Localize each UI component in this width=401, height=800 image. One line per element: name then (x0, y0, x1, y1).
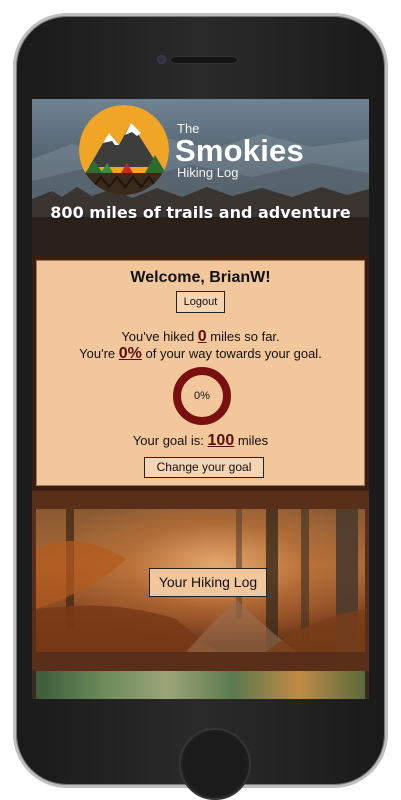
progress-ring: 0% (173, 367, 231, 425)
goal-prefix: Your goal is: (132, 433, 208, 448)
hiking-log-card: Your Hiking Log (32, 491, 369, 671)
next-card-photo (36, 671, 365, 699)
percent-line: You're 0% of your way towards your goal. (37, 345, 364, 363)
goal-line: Your goal is: 100 miles (37, 432, 364, 450)
trail-photo: Your Hiking Log (36, 509, 365, 652)
logo-badge-icon[interactable] (79, 105, 169, 195)
miles-hiked-line: You've hiked 0 miles so far. (37, 328, 364, 346)
progress-ring-label: 0% (194, 390, 210, 402)
percent-value: 0% (118, 345, 142, 362)
pct-suffix: of your way towards your goal. (141, 346, 322, 361)
home-button[interactable] (179, 728, 251, 800)
welcome-heading: Welcome, BrianW! (130, 269, 271, 286)
logo-subtitle: Hiking Log (177, 165, 239, 180)
goal-suffix: miles (234, 433, 269, 448)
hiked-prefix: You've hiked (121, 329, 198, 344)
camera-icon (157, 55, 166, 64)
welcome-panel: Welcome, BrianW! Logout You've hiked 0 m… (36, 260, 365, 486)
hiking-log-button[interactable]: Your Hiking Log (149, 568, 267, 597)
pct-prefix: You're (79, 346, 119, 361)
hiked-suffix: miles so far. (206, 329, 280, 344)
change-goal-button[interactable]: Change your goal (144, 457, 264, 478)
logout-button[interactable]: Logout (176, 291, 225, 313)
logo-title: Smokies (175, 133, 304, 168)
miles-hiked-value: 0 (197, 328, 207, 345)
speaker-grille (170, 56, 238, 64)
site-header: The Smokies Hiking Log 800 miles of trai… (32, 99, 369, 256)
goal-value: 100 (207, 432, 235, 449)
screen: The Smokies Hiking Log 800 miles of trai… (32, 99, 369, 699)
tagline: 800 miles of trails and adventure (50, 203, 351, 222)
